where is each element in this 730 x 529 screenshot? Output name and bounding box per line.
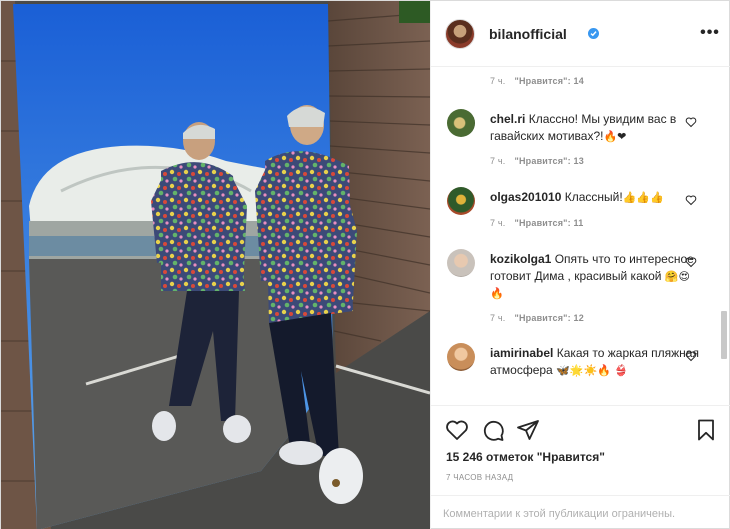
photo-illustration: [1, 1, 430, 529]
comment-likes-button[interactable]: "Нравится": 14: [515, 76, 584, 86]
comment-text: olgas201010 Классный!👍👍👍: [490, 189, 700, 206]
bookmark-icon[interactable]: [694, 418, 718, 442]
paper-plane-icon[interactable]: [516, 418, 540, 442]
comment-body: Классный!: [564, 190, 623, 204]
comment-time: 7 ч.: [490, 313, 506, 323]
post-header: bilanofficial •••: [431, 1, 730, 67]
comment-username[interactable]: kozikolga1: [490, 252, 551, 266]
comment-like-heart-icon[interactable]: [685, 350, 697, 362]
comments-list[interactable]: 7 ч. "Нравится": 14 chel.ri Классно! Мы у…: [431, 68, 730, 405]
comment-username[interactable]: olgas201010: [490, 190, 561, 204]
post-photo[interactable]: [1, 1, 430, 529]
comment-like-heart-icon[interactable]: [685, 194, 697, 206]
comment-avatar[interactable]: [447, 187, 475, 215]
avatar[interactable]: [445, 19, 475, 49]
comment-emoji: 🦋🌟☀️🔥 👙: [556, 364, 629, 377]
comment-username[interactable]: iamirinabel: [490, 346, 553, 360]
post-actions: 15 246 отметок "Нравится" 7 ЧАСОВ НАЗАД …: [431, 405, 730, 529]
comment-likes-button[interactable]: "Нравится": 11: [515, 218, 584, 228]
comment-likes-button[interactable]: "Нравится": 13: [515, 156, 584, 166]
post-likes-count[interactable]: 15 246 отметок "Нравится": [446, 450, 605, 464]
comment-meta: 7 ч. "Нравится": 14: [490, 76, 584, 86]
comment-emoji: 🔥❤: [603, 130, 627, 143]
comment-bubble-icon[interactable]: [481, 418, 505, 442]
comment-meta: 7 ч. "Нравится": 11: [490, 218, 583, 228]
comment-like-heart-icon[interactable]: [685, 116, 697, 128]
comment-username[interactable]: chel.ri: [490, 112, 525, 126]
more-options-icon[interactable]: •••: [699, 23, 721, 43]
comment-time: 7 ч.: [490, 76, 506, 86]
comment-time: 7 ч.: [490, 156, 506, 166]
verified-badge-icon: [588, 28, 599, 39]
author-username[interactable]: bilanofficial: [489, 26, 567, 42]
comment-meta: 7 ч. "Нравится": 12: [490, 313, 584, 323]
comment-avatar[interactable]: [447, 343, 475, 371]
comment-meta: 7 ч. "Нравится": 13: [490, 156, 584, 166]
post-side-panel: bilanofficial ••• 7 ч. "Нравится": 14 che…: [430, 1, 730, 529]
post-timestamp[interactable]: 7 ЧАСОВ НАЗАД: [446, 473, 513, 482]
comment-text: chel.ri Классно! Мы увидим вас в гавайск…: [490, 111, 700, 145]
comment-time: 7 ч.: [490, 218, 506, 228]
comment-emoji: 👍👍👍: [622, 191, 664, 204]
comment-text: iamirinabel Какая то жаркая пляжная атмо…: [490, 345, 700, 379]
comment-avatar[interactable]: [447, 109, 475, 137]
instagram-post: bilanofficial ••• 7 ч. "Нравится": 14 che…: [0, 0, 730, 529]
heart-outline-icon[interactable]: [445, 418, 469, 442]
comments-restricted-notice: Комментарии к этой публикации ограничены…: [431, 495, 730, 529]
comment-avatar[interactable]: [447, 249, 475, 277]
comment-like-heart-icon[interactable]: [685, 256, 697, 268]
comment-text: kozikolga1 Опять что то интересное готов…: [490, 251, 700, 302]
comments-scrollbar[interactable]: [721, 311, 727, 359]
comment-likes-button[interactable]: "Нравится": 12: [515, 313, 584, 323]
